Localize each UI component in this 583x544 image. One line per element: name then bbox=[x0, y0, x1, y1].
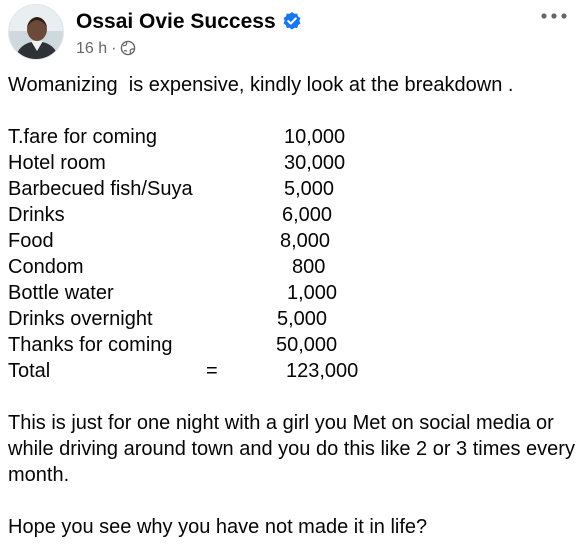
post-paragraph-closing: Hope you see why you have not made it in… bbox=[8, 516, 428, 538]
breakdown-amount: 10,000 bbox=[284, 126, 346, 148]
post-header: Ossai Ovie Success 16 h · bbox=[0, 0, 583, 66]
breakdown-amount: 30,000 bbox=[284, 152, 346, 174]
breakdown-row: Condom 800 bbox=[8, 254, 578, 280]
breakdown-item: Drinks bbox=[8, 204, 65, 226]
breakdown-item: Condom bbox=[8, 256, 84, 278]
verified-badge-icon bbox=[282, 11, 302, 31]
breakdown-item: Food bbox=[8, 230, 54, 252]
breakdown-amount: 5,000 bbox=[277, 308, 328, 330]
breakdown-amount: 800 bbox=[292, 256, 326, 278]
post-intro: Womanizing is expensive, kindly look at … bbox=[8, 74, 514, 96]
breakdown-row: Thanks for coming 50,000 bbox=[8, 332, 578, 358]
breakdown-amount: 8,000 bbox=[280, 230, 331, 252]
breakdown-amount: 50,000 bbox=[276, 334, 338, 356]
breakdown-row: Barbecued fish/Suya 5,000 bbox=[8, 176, 578, 202]
post-timestamp[interactable]: 16 h bbox=[76, 40, 107, 57]
breakdown-row: Food 8,000 bbox=[8, 228, 578, 254]
cost-breakdown: T.fare for coming 10,000 Hotel room 30,0… bbox=[8, 124, 578, 384]
author-name[interactable]: Ossai Ovie Success bbox=[76, 10, 276, 33]
breakdown-item: T.fare for coming bbox=[8, 126, 157, 148]
breakdown-row: Bottle water 1,000 bbox=[8, 280, 578, 306]
breakdown-item: Bottle water bbox=[8, 282, 114, 304]
total-label: Total bbox=[8, 360, 51, 382]
meta-separator: · bbox=[111, 40, 117, 57]
total-amount: 123,000 bbox=[286, 360, 359, 382]
post-paragraph: This is just for one night with a girl y… bbox=[8, 412, 575, 486]
more-options-icon bbox=[541, 13, 567, 19]
breakdown-amount: 5,000 bbox=[284, 178, 335, 200]
breakdown-amount: 1,000 bbox=[287, 282, 338, 304]
author-name-row: Ossai Ovie Success bbox=[76, 10, 302, 34]
more-options-button[interactable] bbox=[534, 4, 574, 28]
breakdown-total-row: Total = 123,000 bbox=[8, 358, 578, 384]
post-meta: 16 h · bbox=[76, 39, 136, 59]
breakdown-item: Drinks overnight bbox=[8, 308, 153, 330]
breakdown-item: Hotel room bbox=[8, 152, 106, 174]
avatar-image bbox=[9, 5, 63, 59]
total-equals: = bbox=[206, 360, 218, 382]
breakdown-row: Drinks overnight 5,000 bbox=[8, 306, 578, 332]
breakdown-amount: 6,000 bbox=[282, 204, 333, 226]
breakdown-row: Drinks 6,000 bbox=[8, 202, 578, 228]
breakdown-row: T.fare for coming 10,000 bbox=[8, 124, 578, 150]
globe-icon[interactable] bbox=[120, 40, 136, 56]
author-avatar[interactable] bbox=[8, 4, 64, 60]
breakdown-item: Thanks for coming bbox=[8, 334, 173, 356]
breakdown-item: Barbecued fish/Suya bbox=[8, 178, 193, 200]
breakdown-row: Hotel room 30,000 bbox=[8, 150, 578, 176]
